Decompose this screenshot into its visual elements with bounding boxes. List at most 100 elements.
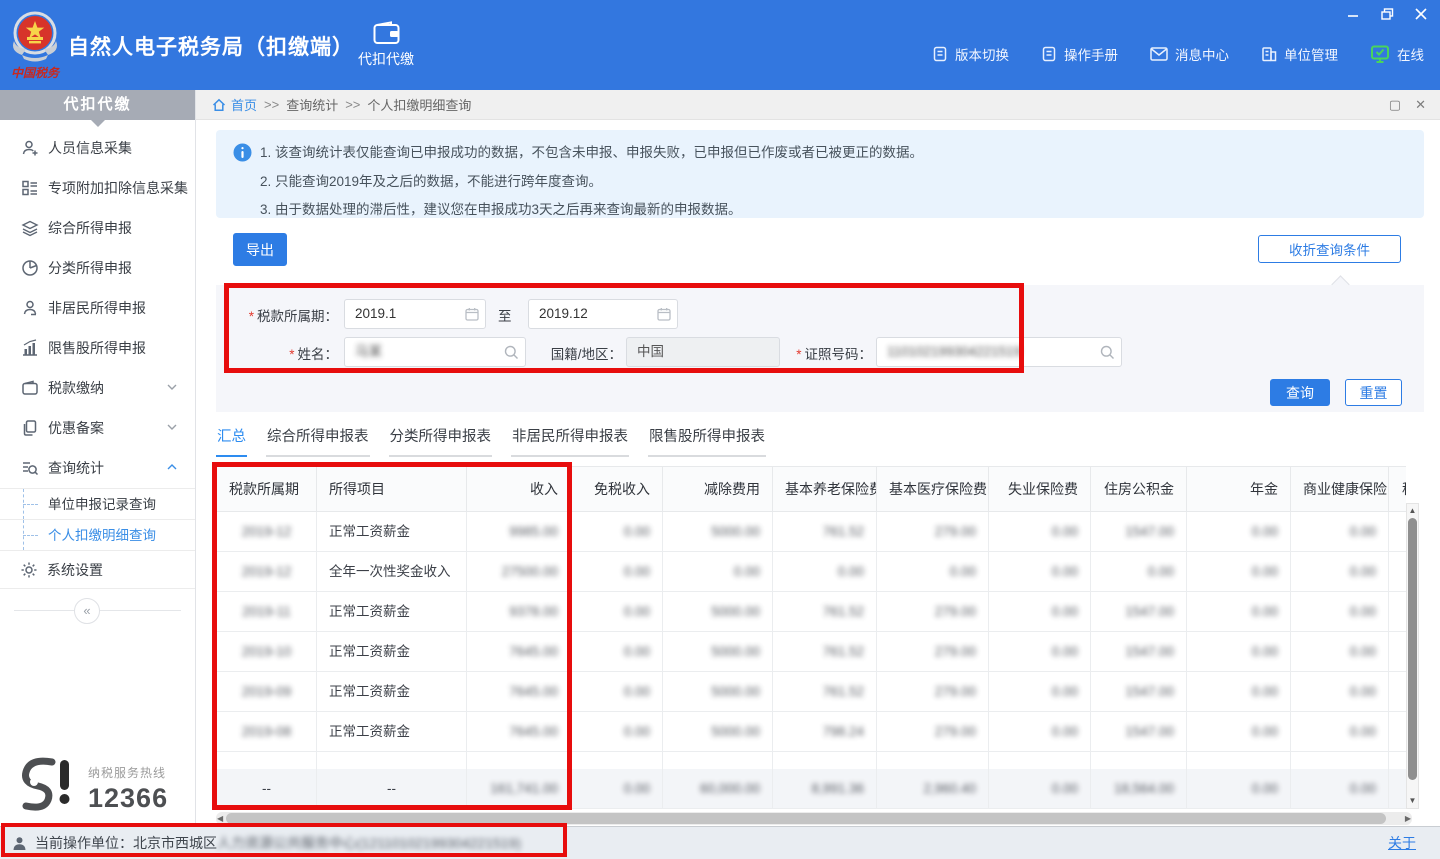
vertical-scrollbar[interactable]: ▲ ▼	[1406, 503, 1419, 809]
horizontal-scrollbar-thumb[interactable]	[226, 813, 1386, 824]
sidebar-item-personnel-info[interactable]: 人员信息采集	[0, 128, 195, 168]
menu-message-center[interactable]: 消息中心	[1150, 44, 1229, 64]
close-button[interactable]	[1412, 6, 1430, 22]
breadcrumb-item[interactable]: 查询统计	[286, 95, 338, 114]
sidebar-item-preference-filing[interactable]: 优惠备案	[0, 408, 195, 448]
main-content: 1. 该查询统计表仅能查询已申报成功的数据，不包含未申报、申报失败，已申报但已作…	[196, 120, 1440, 826]
sidebar-subitem-unit-declaration-query[interactable]: 单位申报记录查询	[0, 489, 195, 520]
table-cell	[663, 752, 773, 769]
result-tabs: 汇总 综合所得申报表 分类所得申报表 非居民所得申报表 限售股所得申报表	[216, 425, 766, 457]
breadcrumb-separator: >>	[345, 97, 360, 112]
table-cell: 5000.00	[663, 632, 773, 672]
sidebar-item-system-settings[interactable]: 系统设置	[0, 551, 195, 589]
table-row[interactable]: 2019-11正常工资薪金9378.000.005000.00761.52279…	[217, 592, 1406, 632]
sidebar-item-classified-income[interactable]: 分类所得申报	[0, 248, 195, 288]
hotline-block: 纳税服务热线 12366	[14, 756, 168, 814]
table-cell: 5000.00	[663, 712, 773, 752]
table-body: 2019-12正常工资薪金9985.000.005000.00761.52279…	[217, 512, 1406, 809]
panel-maximize-icon[interactable]: ▢	[1389, 97, 1401, 113]
notice-line: 2. 只能查询2019年及之后的数据，不能进行跨年度查询。	[260, 168, 1408, 197]
table-cell: 2019-09	[217, 672, 317, 712]
person-add-icon	[20, 139, 39, 158]
tab-restricted-shares[interactable]: 限售股所得申报表	[648, 425, 766, 457]
table-cell: 2,960.40	[877, 769, 989, 809]
to-label: 至	[498, 305, 512, 325]
sidebar-item-query-statistics[interactable]: 查询统计	[0, 448, 195, 488]
vertical-scrollbar-thumb[interactable]	[1408, 518, 1417, 780]
breadcrumb: 首页 >> 查询统计 >> 个人扣缴明细查询 ▢ ✕	[196, 90, 1440, 120]
table-cell: --	[317, 769, 467, 809]
table-row[interactable]: 2019-10正常工资薪金7645.000.005000.00761.52279…	[217, 632, 1406, 672]
document-icon	[1041, 46, 1057, 62]
sidebar-subitem-personal-withholding-query[interactable]: 个人扣缴明细查询	[0, 520, 195, 551]
menu-manual[interactable]: 操作手册	[1041, 44, 1118, 64]
horizontal-scrollbar[interactable]: ◀ ▶	[216, 812, 1412, 825]
table-cell	[1389, 712, 1406, 752]
breadcrumb-home[interactable]: 首页	[231, 95, 257, 114]
window-controls	[1344, 6, 1430, 22]
table-row[interactable]: 2019-09正常工资薪金7645.000.005000.00761.52279…	[217, 672, 1406, 712]
table-cell: 0.00	[989, 769, 1091, 809]
scroll-left-arrow[interactable]: ◀	[217, 812, 223, 825]
calendar-icon[interactable]	[657, 307, 671, 321]
table-header-cell: 免税收入	[571, 467, 663, 512]
menu-unit-management[interactable]: 单位管理	[1261, 44, 1338, 64]
sidebar-collapse-button[interactable]: «	[74, 598, 100, 624]
panel-close-icon[interactable]: ✕	[1415, 97, 1426, 113]
table-cell: 60,000.00	[663, 769, 773, 809]
query-button[interactable]: 查询	[1270, 379, 1330, 406]
table-cell: 1547.00	[1091, 512, 1187, 552]
table-cell: 0.00	[989, 512, 1091, 552]
period-to-input[interactable]: 2019.12	[528, 299, 678, 329]
reset-button[interactable]: 重置	[1345, 379, 1402, 406]
table-row-clipped: ..	[217, 752, 1406, 769]
sidebar-item-special-deduction[interactable]: 专项附加扣除信息采集	[0, 168, 195, 208]
period-from-input[interactable]: 2019.1	[344, 299, 486, 329]
sidebar-submenu: 单位申报记录查询 个人扣缴明细查询	[0, 488, 195, 551]
hotline-label: 纳税服务热线	[88, 764, 168, 781]
layers-icon	[20, 219, 39, 238]
minimize-button[interactable]	[1344, 6, 1362, 22]
sidebar-item-comprehensive-income[interactable]: 综合所得申报	[0, 208, 195, 248]
table-cell: 18,564.00	[1091, 769, 1187, 809]
sidebar-item-label: 非居民所得申报	[48, 298, 146, 318]
sidebar-item-restricted-shares[interactable]: 限售股所得申报	[0, 328, 195, 368]
scroll-up-arrow[interactable]: ▲	[1407, 506, 1418, 516]
name-input[interactable]: 马某	[344, 337, 526, 367]
table-cell: 0.00	[773, 552, 877, 592]
fold-query-conditions-button[interactable]: 收折查询条件	[1258, 235, 1401, 263]
sidebar-item-tax-payment[interactable]: 税款缴纳	[0, 368, 195, 408]
tab-nonresident-income[interactable]: 非居民所得申报表	[511, 425, 629, 457]
home-icon	[212, 98, 226, 112]
scroll-right-arrow[interactable]: ▶	[1405, 812, 1411, 825]
nav-tab-withholding[interactable]: 代扣代缴	[344, 21, 428, 69]
export-button[interactable]: 导出	[233, 233, 287, 266]
table-row[interactable]: 2019-12全年一次性奖金收入27500.000.000.000.000.00…	[217, 552, 1406, 592]
tab-summary[interactable]: 汇总	[216, 425, 247, 457]
table-row[interactable]: 2019-08正常工资薪金7645.000.005000.00798.24279…	[217, 712, 1406, 752]
online-monitor-icon	[1370, 45, 1390, 63]
calendar-icon[interactable]	[465, 307, 479, 321]
table-cell: 1547.00	[1091, 632, 1187, 672]
table-cell	[989, 752, 1091, 769]
restore-button[interactable]	[1378, 6, 1396, 22]
table-cell: 2019-12	[217, 552, 317, 592]
table-cell	[773, 752, 877, 769]
tab-classified-income[interactable]: 分类所得申报表	[389, 425, 493, 457]
table-row[interactable]: 2019-12正常工资薪金9985.000.005000.00761.52279…	[217, 512, 1406, 552]
scroll-down-arrow[interactable]: ▼	[1407, 796, 1418, 806]
menu-online-status[interactable]: 在线	[1370, 44, 1424, 64]
about-link[interactable]: 关于	[1388, 833, 1416, 853]
id-number-input[interactable]: 110102199304221519	[876, 337, 1122, 367]
menu-version-switch[interactable]: 版本切换	[932, 44, 1009, 64]
table-cell: 279.00	[877, 632, 989, 672]
table-cell: 0.00	[989, 712, 1091, 752]
table-cell	[1187, 752, 1291, 769]
table-cell: 0.00	[1291, 632, 1389, 672]
table-cell: 0.00	[1187, 712, 1291, 752]
table-cell: 0.00	[1091, 552, 1187, 592]
search-icon[interactable]	[1100, 345, 1115, 360]
tab-comprehensive-income[interactable]: 综合所得申报表	[266, 425, 370, 457]
search-icon[interactable]	[504, 345, 519, 360]
sidebar-item-nonresident-income[interactable]: 非居民所得申报	[0, 288, 195, 328]
